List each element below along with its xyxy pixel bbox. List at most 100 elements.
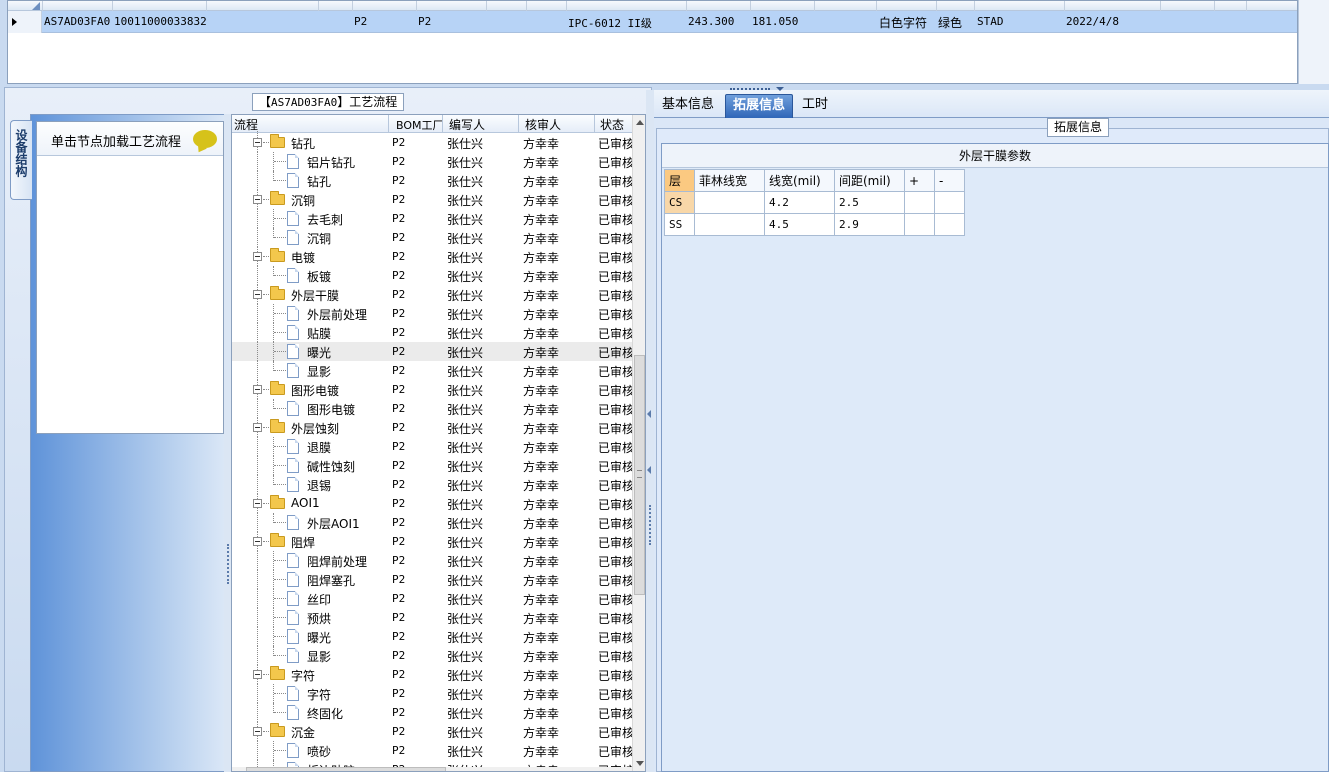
tree-row[interactable]: 外层干膜 P2 张仕兴 方幸幸 已审核: [232, 285, 634, 304]
tree-node-factory: P2: [392, 554, 406, 567]
order-grid-scroll-area[interactable]: [1298, 0, 1329, 84]
tree-row[interactable]: 字符 P2 张仕兴 方幸幸 已审核: [232, 684, 634, 703]
tree-node-status: 已审核: [598, 213, 635, 227]
tree-row[interactable]: 阻焊前处理 P2 张仕兴 方幸幸 已审核: [232, 551, 634, 570]
tree-row[interactable]: 曝光 P2 张仕兴 方幸幸 已审核: [232, 627, 634, 646]
tree-node-reviewer: 方幸幸: [523, 365, 560, 379]
tree-node-writer: 张仕兴: [447, 251, 484, 265]
outer-dry-film-params: 外层干膜参数 层 菲林线宽 线宽(mil) 间距(mil) + - CS 4.2…: [661, 143, 1329, 772]
row-selector[interactable]: [8, 11, 42, 33]
add-row-button[interactable]: +: [904, 169, 935, 192]
tree-row[interactable]: 退锡 P2 张仕兴 方幸幸 已审核: [232, 475, 634, 494]
tree-row[interactable]: 外层前处理 P2 张仕兴 方幸幸 已审核: [232, 304, 634, 323]
tree-row[interactable]: 贴膜 P2 张仕兴 方幸幸 已审核: [232, 323, 634, 342]
tree-expander-icon[interactable]: [253, 385, 262, 394]
tree-row[interactable]: 去毛刺 P2 张仕兴 方幸幸 已审核: [232, 209, 635, 228]
tree-node-writer: 张仕兴: [447, 194, 484, 208]
param-plus[interactable]: [904, 213, 935, 236]
tree-row[interactable]: 电镀 P2 张仕兴 方幸幸 已审核: [232, 247, 634, 266]
middle-splitter[interactable]: [646, 90, 654, 772]
order-row-selected[interactable]: AS7AD03FA0 10011000033832 P2 P2 IPC-6012…: [8, 11, 1297, 33]
params-col-line-width[interactable]: 线宽(mil): [764, 169, 835, 192]
tree-row[interactable]: 板镀 P2 张仕兴 方幸幸 已审核: [232, 266, 634, 285]
tree-horizontal-scrollbar[interactable]: [232, 767, 632, 771]
col-header-bom-factory[interactable]: BOM工厂: [396, 117, 444, 133]
panel-resize-handle[interactable]: [724, 87, 784, 93]
param-line-width[interactable]: 4.5: [764, 213, 835, 236]
tree-vertical-scrollbar[interactable]: [632, 115, 645, 771]
tree-expander-icon[interactable]: [253, 499, 262, 508]
tree-node-reviewer: 方幸幸: [523, 194, 560, 208]
param-layer[interactable]: CS: [664, 191, 695, 214]
tree-row[interactable]: 预烘 P2 张仕兴 方幸幸 已审核: [232, 608, 634, 627]
tree-row[interactable]: 终固化 P2 张仕兴 方幸幸 已审核: [232, 703, 634, 722]
tree-row[interactable]: 丝印 P2 张仕兴 方幸幸 已审核: [232, 589, 634, 608]
expand-left-icon[interactable]: [647, 466, 651, 474]
params-row[interactable]: CS 4.2 2.5: [664, 191, 965, 214]
tree-row[interactable]: 曝光 P2 张仕兴 方幸幸 已审核: [232, 342, 634, 361]
tree-row[interactable]: 图形电镀 P2 张仕兴 方幸幸 已审核: [232, 380, 634, 399]
tab-work-hours[interactable]: 工时: [795, 94, 835, 118]
params-col-spacing[interactable]: 间距(mil): [834, 169, 905, 192]
tree-expander-icon[interactable]: [253, 138, 262, 147]
tree-expander-icon[interactable]: [253, 423, 262, 432]
param-film-width[interactable]: [694, 213, 765, 236]
tree-row[interactable]: 外层蚀刻 P2 张仕兴 方幸幸 已审核: [232, 418, 634, 437]
hscroll-thumb[interactable]: [246, 767, 446, 771]
tree-row[interactable]: 显影 P2 张仕兴 方幸幸 已审核: [232, 361, 634, 380]
param-film-width[interactable]: [694, 191, 765, 214]
tree-expander-icon[interactable]: [253, 252, 262, 261]
scroll-thumb[interactable]: [634, 355, 645, 595]
param-layer[interactable]: SS: [664, 213, 695, 236]
document-icon: [287, 553, 299, 568]
tree-row[interactable]: 阻焊 P2 张仕兴 方幸幸 已审核: [232, 532, 634, 551]
tab-extended-info[interactable]: 拓展信息: [725, 94, 794, 118]
param-minus[interactable]: [934, 213, 965, 236]
tree-expander-icon[interactable]: [253, 537, 262, 546]
params-row[interactable]: SS 4.5 2.9: [664, 213, 965, 236]
col-header-status[interactable]: 状态: [600, 116, 624, 133]
param-line-width[interactable]: 4.2: [764, 191, 835, 214]
tree-row[interactable]: 沉铜 P2 张仕兴 方幸幸 已审核: [232, 190, 634, 209]
tree-node-factory: P2: [392, 174, 406, 187]
tree-row[interactable]: 退膜 P2 张仕兴 方幸幸 已审核: [232, 437, 634, 456]
tree-row[interactable]: 字符 P2 张仕兴 方幸幸 已审核: [232, 665, 634, 684]
param-plus[interactable]: [904, 191, 935, 214]
collapse-left-icon[interactable]: [647, 410, 651, 418]
params-col-layer[interactable]: 层: [664, 169, 695, 192]
tree-expander-icon[interactable]: [253, 727, 262, 736]
tree-row[interactable]: 沉金 P2 张仕兴 方幸幸 已审核: [232, 722, 634, 741]
detail-tabs: 基本信息 拓展信息 工时: [654, 90, 1329, 118]
tree-row[interactable]: 钻孔 P2 张仕兴 方幸幸 已审核: [232, 129, 634, 152]
tree-node-factory: P2: [392, 231, 406, 244]
param-minus[interactable]: [934, 191, 965, 214]
tree-row[interactable]: 沉铜 P2 张仕兴 方幸幸 已审核: [232, 228, 634, 247]
tab-device-structure[interactable]: 设备结构: [10, 120, 32, 200]
tree-node-name: 阻焊前处理: [307, 555, 368, 569]
tree-expander-icon[interactable]: [253, 290, 262, 299]
remove-row-button[interactable]: -: [934, 169, 965, 192]
scroll-down-icon[interactable]: [636, 761, 644, 766]
tree-row[interactable]: 碱性蚀刻 P2 张仕兴 方幸幸 已审核: [232, 456, 634, 475]
col-header-writer[interactable]: 编写人: [449, 116, 485, 133]
tree-expander-icon[interactable]: [253, 670, 262, 679]
tree-row[interactable]: 喷砂 P2 张仕兴 方幸幸 已审核: [232, 741, 634, 760]
tab-basic-info[interactable]: 基本信息: [655, 94, 721, 118]
select-all-corner[interactable]: [29, 1, 41, 11]
tree-row[interactable]: 钻孔 P2 张仕兴 方幸幸 已审核: [232, 171, 634, 190]
tree-row[interactable]: 铝片钻孔 P2 张仕兴 方幸幸 已审核: [232, 152, 634, 171]
folder-icon: [270, 666, 285, 680]
hint-text: 单击节点加载工艺流程: [51, 135, 182, 150]
col-header-reviewer[interactable]: 核审人: [525, 116, 561, 133]
params-col-film-width[interactable]: 菲林线宽: [694, 169, 765, 192]
tree-row[interactable]: AOI1 P2 张仕兴 方幸幸 已审核: [232, 494, 634, 513]
tree-expander-icon[interactable]: [253, 195, 262, 204]
tree-row[interactable]: 外层AOI1 P2 张仕兴 方幸幸 已审核: [232, 513, 634, 532]
scroll-up-icon[interactable]: [636, 120, 644, 125]
col-header-flow[interactable]: 流程: [234, 116, 258, 133]
tree-row[interactable]: 阻焊塞孔 P2 张仕兴 方幸幸 已审核: [232, 570, 634, 589]
param-spacing[interactable]: 2.9: [834, 213, 905, 236]
param-spacing[interactable]: 2.5: [834, 191, 905, 214]
tree-row[interactable]: 显影 P2 张仕兴 方幸幸 已审核: [232, 646, 634, 665]
tree-row[interactable]: 图形电镀 P2 张仕兴 方幸幸 已审核: [232, 399, 634, 418]
